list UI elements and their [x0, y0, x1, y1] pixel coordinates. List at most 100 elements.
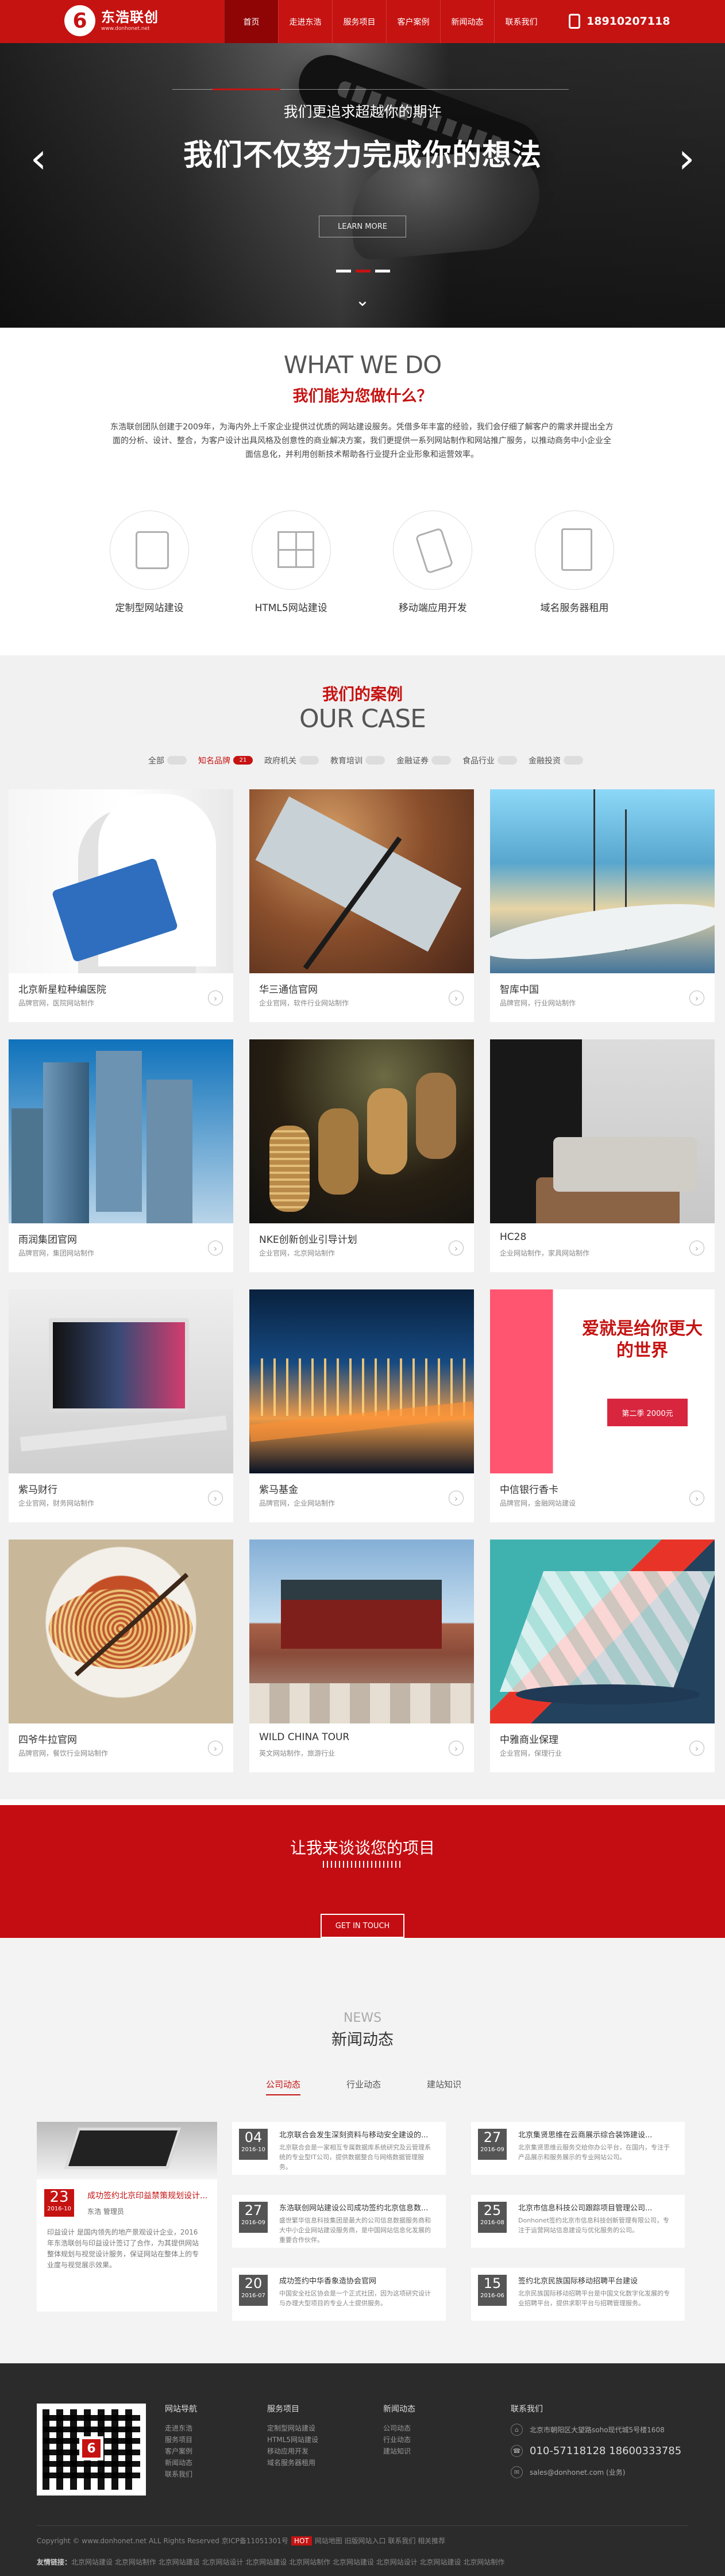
case-card-hospital[interactable]: 北京新星粒种编医院 品牌官网，医院网站制作 ›: [9, 789, 233, 1022]
footer-link[interactable]: 移动应用开发: [267, 2446, 353, 2457]
case-card-think-tank[interactable]: 智库中国 品牌官网，行业网站制作 ›: [490, 789, 715, 1022]
tab-company-news[interactable]: 公司动态: [266, 2078, 301, 2095]
footer-nav-column: 网站导航 走进东浩 服务项目 客户案例 新闻动态 联系我们: [165, 2403, 251, 2480]
news-title[interactable]: 签约北京民族国际移动招聘平台建设: [518, 2275, 673, 2286]
service-label: HTML5网站建设: [254, 602, 327, 614]
arrow-right-icon[interactable]: ›: [449, 991, 464, 1005]
filter-famous-brand[interactable]: 知名品牌 21: [198, 755, 253, 766]
arrow-right-icon[interactable]: ›: [208, 1741, 223, 1756]
tab-industry-news[interactable]: 行业动态: [346, 2078, 381, 2095]
previous-slide-icon[interactable]: ‹: [28, 137, 49, 180]
friend-links-list[interactable]: 北京网站建设 北京网站制作 北京网站建设 北京网站设计 北京网站建设 北京网站制…: [71, 2558, 504, 2566]
tab-website-knowledge[interactable]: 建站知识: [427, 2078, 461, 2095]
scroll-down-icon[interactable]: ⌄: [351, 290, 374, 310]
footer-phone: 010-57118128 18600333785: [530, 2445, 682, 2457]
arrow-right-icon[interactable]: ›: [689, 1741, 704, 1756]
footer-link[interactable]: HTML5网站建设: [267, 2434, 353, 2446]
slider-dot[interactable]: [375, 270, 390, 272]
cta-title: 让我来谈谈您的项目: [290, 1838, 435, 1857]
case-card-zima-fund[interactable]: 紫马基金 品牌官网，企业网站制作 ›: [249, 1289, 474, 1522]
service-domain-server[interactable]: 域名服务器租用: [520, 510, 629, 614]
case-card-zima-finance[interactable]: 紫马财行 企业官网，财务网站制作 ›: [9, 1289, 233, 1522]
news-item[interactable]: 04 2016-10 北京联合会发生深刻资料与移动安全建设的... 北京联合会是一家相…: [232, 2122, 446, 2175]
service-mobile-app[interactable]: 移动端应用开发: [378, 510, 487, 614]
footer-link[interactable]: 建站知识: [383, 2446, 469, 2457]
news-title[interactable]: 东浩联创网站建设公司成功签约北京信息数...: [279, 2202, 434, 2213]
arrow-right-icon[interactable]: ›: [449, 1741, 464, 1756]
case-description: 企业官网，保理行业: [500, 1749, 562, 1757]
html5-icon: [251, 510, 331, 590]
arrow-right-icon[interactable]: ›: [689, 991, 704, 1005]
filter-food[interactable]: 食品行业: [462, 755, 517, 766]
case-card-h3c[interactable]: 华三通信官网 企业官网，软件行业网站制作 ›: [249, 789, 474, 1022]
slider-dot[interactable]: [336, 270, 351, 272]
phone-row[interactable]: ☎ 010-57118128 18600333785: [511, 2445, 683, 2457]
filter-education[interactable]: 教育培训: [330, 755, 385, 766]
service-custom-website[interactable]: 定制型网站建设: [95, 510, 204, 614]
case-title-en: OUR CASE: [299, 704, 426, 734]
filter-investment[interactable]: 金融投资: [529, 755, 583, 766]
nav-news[interactable]: 新闻动态: [440, 0, 494, 43]
nav-home[interactable]: 首页: [224, 0, 278, 43]
news-date: 27 2016-09: [478, 2129, 507, 2160]
nav-about[interactable]: 走进东浩: [278, 0, 332, 43]
news-item[interactable]: 27 2016-09 东浩联创网站建设公司成功签约北京信息数... 盛世繁华信息科技集…: [232, 2195, 446, 2248]
case-card-factoring[interactable]: 中雅商业保理 企业官网，保理行业 ›: [490, 1540, 715, 1772]
next-slide-icon[interactable]: ›: [676, 137, 697, 180]
hero-divider: [172, 89, 569, 90]
news-title[interactable]: 北京市信息科技公司跟踪项目管理公司...: [518, 2202, 673, 2213]
featured-news-card[interactable]: 23 2016-10 成功签约北京印益禁策规划设计... 东浩 管理员 印益设计 …: [37, 2122, 217, 2312]
footer-link[interactable]: 定制型网站建设: [267, 2423, 353, 2434]
filter-government[interactable]: 政府机关: [264, 755, 319, 766]
footer-link[interactable]: 客户案例: [165, 2446, 251, 2457]
footer-link[interactable]: 走进东浩: [165, 2423, 251, 2434]
arrow-right-icon[interactable]: ›: [208, 991, 223, 1005]
case-card-nke[interactable]: NKE创新创业引导计划 企业官网，北京网站制作 ›: [249, 1039, 474, 1272]
footer-link[interactable]: 行业动态: [383, 2434, 469, 2446]
copyright-links[interactable]: 网站地图 旧版网站入口 联系我们 相关推荐: [315, 2537, 445, 2545]
learn-more-button[interactable]: LEARN MORE: [319, 216, 406, 237]
nav-contact[interactable]: 联系我们: [494, 0, 548, 43]
header-phone[interactable]: 18910207118: [569, 10, 678, 32]
slider-dot-active[interactable]: [356, 270, 371, 272]
filter-securities[interactable]: 金融证券: [396, 755, 451, 766]
service-label: 移动端应用开发: [398, 602, 467, 614]
news-item[interactable]: 25 2016-08 北京市信息科技公司跟踪项目管理公司... Donhonet签约北…: [471, 2195, 685, 2248]
case-card-noodle[interactable]: 四爷牛拉官网 品牌官网，餐饮行业网站制作 ›: [9, 1540, 233, 1772]
arrow-right-icon[interactable]: ›: [449, 1241, 464, 1256]
footer-link[interactable]: 新闻动态: [165, 2457, 251, 2468]
footer-link[interactable]: 服务项目: [165, 2434, 251, 2446]
news-summary: 盛世繁华信息科技集团是最大的公司信息数据服务商和大中小企业网站建设服务商，是中国…: [279, 2217, 431, 2244]
arrow-right-icon[interactable]: ›: [689, 1491, 704, 1506]
arrow-right-icon[interactable]: ›: [208, 1241, 223, 1256]
case-title: NKE创新创业引导计划: [259, 1234, 357, 1246]
nav-services[interactable]: 服务项目: [332, 0, 386, 43]
case-card-citic-card[interactable]: 爱就是给你更大的世界 第二季 2000元 中信银行香卡 品牌官网，金融网站建设 ›: [490, 1289, 715, 1522]
news-item[interactable]: 27 2016-09 北京集贤思维在云商展示综合装饰建设... 北京集贤思维云服务交给…: [471, 2122, 685, 2175]
email-row[interactable]: ✉ sales@donhonet.com (业务): [511, 2466, 683, 2478]
news-title[interactable]: 北京联合会发生深刻资料与移动安全建设的...: [279, 2129, 434, 2140]
footer-link[interactable]: 联系我们: [165, 2468, 251, 2480]
service-html5-website[interactable]: HTML5网站建设: [237, 510, 346, 614]
news-item[interactable]: 15 2016-06 签约北京民族国际移动招聘平台建设 北京民族国际移动招聘平台是中国…: [471, 2268, 685, 2321]
arrow-right-icon[interactable]: ›: [208, 1491, 223, 1506]
news-date: 25 2016-08: [478, 2202, 507, 2233]
case-card-hc28[interactable]: HC28 企业网站制作，家具网站制作 ›: [490, 1039, 715, 1272]
arrow-right-icon[interactable]: ›: [449, 1491, 464, 1506]
featured-news-image: [37, 2122, 217, 2179]
case-card-yurun[interactable]: 雨润集团官网 品牌官网，集团网站制作 ›: [9, 1039, 233, 1272]
qr-code: 6: [37, 2404, 146, 2496]
footer-link[interactable]: 域名服务器租用: [267, 2457, 353, 2468]
case-card-wild-china[interactable]: WILD CHINA TOUR 英文网站制作，旅游行业 ›: [249, 1540, 474, 1772]
get-in-touch-button[interactable]: GET IN TOUCH: [321, 1914, 404, 1938]
logo[interactable]: 6 东浩联创 www.donhonet.net: [64, 3, 188, 38]
news-title[interactable]: 北京集贤思维在云商展示综合装饰建设...: [518, 2129, 673, 2140]
news-title[interactable]: 成功签约中华香象造协会官网: [279, 2275, 434, 2286]
news-item[interactable]: 20 2016-07 成功签约中华香象造协会官网 中国安全社区协会是一个正式社团，因为…: [232, 2268, 446, 2321]
filter-all[interactable]: 全部: [148, 755, 187, 766]
arrow-right-icon[interactable]: ›: [689, 1241, 704, 1256]
nav-cases[interactable]: 客户案例: [386, 0, 440, 43]
logo-mark: 6: [64, 5, 95, 36]
featured-news-title[interactable]: 成功签约北京印益禁策规划设计...: [87, 2190, 208, 2201]
footer-link[interactable]: 公司动态: [383, 2423, 469, 2434]
